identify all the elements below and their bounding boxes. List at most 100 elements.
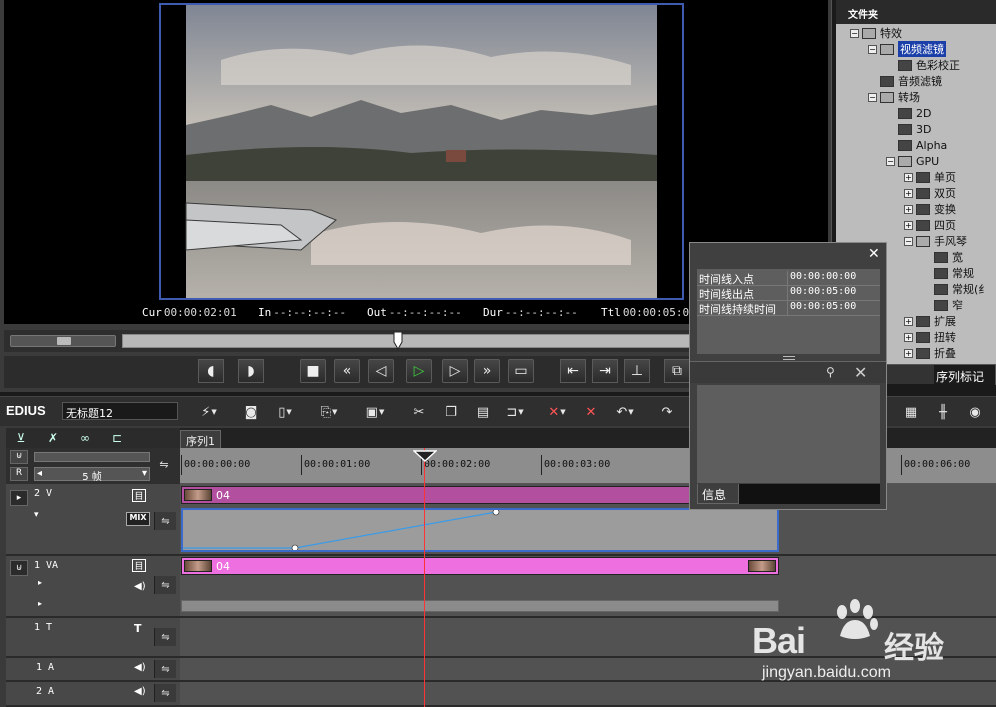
clip-v2[interactable]: 04 bbox=[181, 486, 691, 504]
track-sync-button[interactable]: ⇋ bbox=[154, 458, 174, 476]
copy-button[interactable]: ❐ bbox=[440, 402, 462, 422]
tree-node[interactable]: + 变换 bbox=[904, 201, 956, 217]
tree-node[interactable]: + 双页 bbox=[904, 185, 956, 201]
mixer-button[interactable]: ╫ bbox=[932, 402, 954, 422]
splitter-grip[interactable] bbox=[783, 356, 795, 360]
seek-playhead-icon[interactable] bbox=[393, 332, 403, 350]
speaker-icon[interactable]: ◀) bbox=[134, 686, 146, 697]
output-button[interactable]: ⧉ bbox=[664, 359, 690, 383]
tree-node[interactable]: 常规 bbox=[922, 265, 974, 281]
tree-node[interactable]: Alpha bbox=[886, 137, 947, 153]
prev-frame-button[interactable]: ◁ bbox=[368, 359, 394, 383]
tab-info[interactable]: 信息 bbox=[697, 484, 739, 504]
expand-icon[interactable]: + bbox=[904, 348, 913, 358]
tab-sequence1[interactable]: 序列1 bbox=[180, 430, 221, 448]
redo-button[interactable]: ↷ bbox=[656, 402, 678, 422]
expand-icon[interactable]: + bbox=[904, 204, 913, 214]
ripple-mode-button[interactable]: ✗ bbox=[40, 430, 66, 446]
tree-node[interactable]: − 特效 bbox=[850, 25, 902, 41]
speaker-icon[interactable]: ◀) bbox=[134, 662, 146, 673]
new-button[interactable]: ▯ ▼ bbox=[274, 402, 296, 422]
zoom-slider[interactable] bbox=[34, 452, 150, 462]
collapse-icon[interactable]: − bbox=[868, 92, 877, 102]
project-name-field[interactable]: 无标题12 bbox=[62, 402, 178, 420]
video-frame[interactable] bbox=[159, 3, 684, 300]
keyframe-point[interactable] bbox=[492, 508, 500, 516]
tree-node[interactable]: + 四页 bbox=[904, 217, 956, 233]
expand-icon[interactable]: + bbox=[904, 172, 913, 182]
title-icon[interactable]: T bbox=[134, 622, 142, 635]
close-icon[interactable]: ✕ bbox=[854, 363, 867, 382]
play-button[interactable]: ▷ bbox=[406, 359, 432, 383]
expand-icon[interactable]: + bbox=[904, 220, 913, 230]
timescale-select[interactable]: ◂ 5 帧 ▾ bbox=[34, 467, 150, 483]
fast-forward-button[interactable]: » bbox=[474, 359, 500, 383]
open-button[interactable]: ⎘ ▼ bbox=[318, 402, 340, 422]
tree-node[interactable]: 3D bbox=[886, 121, 931, 137]
next-frame-button[interactable]: ▷ bbox=[442, 359, 468, 383]
tree-node[interactable]: − 转场 bbox=[868, 89, 920, 105]
video-mute-button[interactable]: 目 bbox=[132, 489, 146, 502]
insert-button[interactable]: ⇤ bbox=[560, 359, 586, 383]
track-header-1t[interactable]: 1 T T ⇋ bbox=[6, 618, 180, 658]
ripple-lock-button[interactable]: R bbox=[10, 467, 28, 481]
tree-node[interactable]: − GPU bbox=[886, 153, 939, 169]
layout-button[interactable]: ▦ bbox=[900, 402, 922, 422]
set-in-button[interactable]: ◖ bbox=[198, 359, 224, 383]
split-button[interactable]: ⊥ bbox=[624, 359, 650, 383]
expand-icon[interactable]: + bbox=[904, 188, 913, 198]
tree-node[interactable]: + 扭转 bbox=[904, 329, 956, 345]
expand-icon[interactable]: ▸ bbox=[38, 578, 42, 587]
tree-node[interactable]: 2D bbox=[886, 105, 931, 121]
lock-all-button[interactable]: ⊍ bbox=[10, 450, 28, 464]
expand-icon[interactable]: + bbox=[904, 316, 913, 326]
delete-button[interactable]: ✕ ▼ bbox=[546, 402, 568, 422]
tree-node[interactable]: 宽 bbox=[922, 249, 963, 265]
sync-mode-button[interactable]: ⊻ bbox=[8, 430, 34, 446]
tree-node[interactable]: + 单页 bbox=[904, 169, 956, 185]
mix-button[interactable]: MIX bbox=[126, 512, 150, 526]
track-sync-button[interactable]: ⇋ bbox=[154, 512, 176, 530]
tree-node[interactable]: + 折叠 bbox=[904, 345, 956, 361]
link-mode-button[interactable]: ∞ bbox=[72, 430, 98, 446]
pin-icon[interactable]: ⚲ bbox=[826, 365, 835, 379]
expand-icon[interactable]: ▾ bbox=[34, 510, 39, 520]
keyframe-point[interactable] bbox=[291, 544, 299, 552]
collapse-icon[interactable]: − bbox=[904, 236, 913, 246]
video-patch[interactable]: ⊍ bbox=[10, 560, 28, 576]
snap-mode-button[interactable]: ⊏ bbox=[104, 430, 130, 446]
replace-button[interactable]: ⊐ ▼ bbox=[504, 402, 526, 422]
tree-node[interactable]: 音频滤镜 bbox=[868, 73, 942, 89]
track-sync-button[interactable]: ⇋ bbox=[154, 660, 176, 678]
collapse-icon[interactable]: − bbox=[850, 28, 859, 38]
set-out-button[interactable]: ◗ bbox=[238, 359, 264, 383]
undo-button[interactable]: ↶ ▼ bbox=[614, 402, 636, 422]
clip-va1[interactable]: 04 bbox=[181, 557, 779, 575]
expand-icon[interactable]: ▸ bbox=[38, 599, 42, 608]
tree-node[interactable]: − 手风琴 bbox=[904, 233, 967, 249]
jog-slider[interactable] bbox=[10, 335, 116, 347]
stop-button[interactable]: ■ bbox=[300, 359, 326, 383]
transparency-rubberband[interactable] bbox=[183, 508, 777, 552]
collapse-icon[interactable]: − bbox=[886, 156, 895, 166]
tree-node[interactable]: − 视频滤镜 bbox=[868, 41, 946, 57]
loop-button[interactable]: ▭ bbox=[508, 359, 534, 383]
rewind-button[interactable]: « bbox=[334, 359, 360, 383]
jog-thumb[interactable] bbox=[57, 337, 71, 345]
tree-node[interactable]: 色彩校正 bbox=[886, 57, 960, 73]
track-header-1a[interactable]: 1 A ◀) ⇋ bbox=[6, 658, 180, 682]
overwrite-button[interactable]: ⇥ bbox=[592, 359, 618, 383]
tab-sequence-markers[interactable]: 序列标记 bbox=[934, 365, 996, 385]
color-button[interactable]: ◉ bbox=[964, 402, 986, 422]
tree-node[interactable]: + 扩展 bbox=[904, 313, 956, 329]
close-icon[interactable]: ✕ bbox=[868, 246, 880, 262]
tree-node[interactable]: 常规(纟 bbox=[922, 281, 989, 297]
mix-lane[interactable] bbox=[181, 508, 779, 552]
capture-button[interactable]: ◙ bbox=[240, 402, 262, 422]
timeline-playhead[interactable] bbox=[424, 448, 425, 707]
track-header-2v[interactable]: ▸ 2 V 目 MIX ▾ ⇋ bbox=[6, 484, 180, 556]
playhead-handle-icon[interactable] bbox=[413, 450, 437, 462]
track-sync-button[interactable]: ⇋ bbox=[154, 628, 176, 646]
video-mute-button[interactable]: 目 bbox=[132, 559, 146, 572]
settings-button[interactable]: ⚡ ▼ bbox=[198, 402, 220, 422]
